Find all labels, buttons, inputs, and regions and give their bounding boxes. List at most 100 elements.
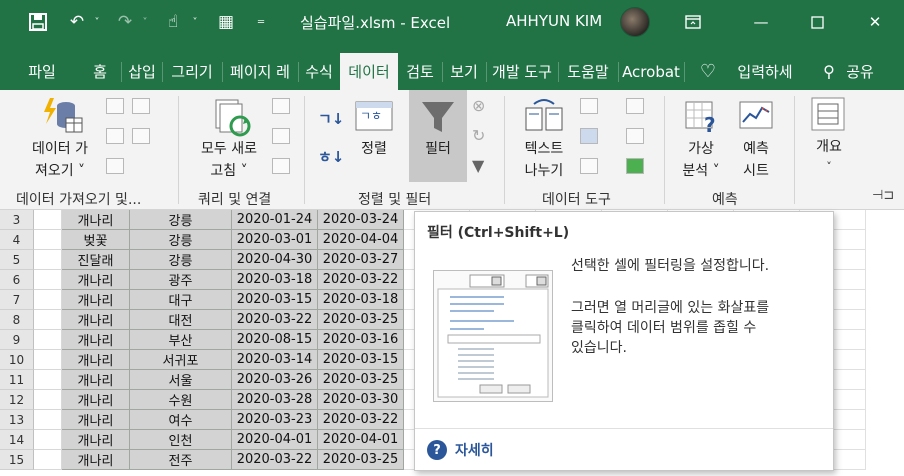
redo-dropdown-icon[interactable]: ˅	[138, 10, 152, 34]
cell-end-date[interactable]: 2020-03-30	[318, 390, 404, 410]
touch-mode-dropdown-icon[interactable]: ˅	[188, 10, 202, 34]
cell-city[interactable]: 인천	[130, 430, 232, 450]
refresh-all-label-1[interactable]: 모두 새로	[190, 138, 268, 160]
outline-label-2[interactable]: ˅	[804, 156, 854, 178]
touch-mode-icon[interactable]: ☝	[160, 10, 186, 34]
cell-end-date[interactable]: 2020-04-01	[318, 430, 404, 450]
cell-city[interactable]: 서귀포	[130, 350, 232, 370]
cell-end-date[interactable]: 2020-03-22	[318, 270, 404, 290]
tab-insert[interactable]: 삽입	[123, 53, 161, 90]
from-table-icon[interactable]	[106, 158, 124, 174]
close-icon[interactable]: ✕	[852, 0, 898, 44]
help-icon[interactable]: ?	[427, 440, 447, 460]
existing-connections-icon[interactable]	[132, 128, 150, 144]
row-header[interactable]: 5	[0, 250, 34, 270]
tell-me-more-link[interactable]: ? 자세히	[427, 440, 494, 460]
cell-blank[interactable]	[34, 410, 62, 430]
remove-duplicates-icon[interactable]	[580, 128, 598, 144]
outline-icon[interactable]	[810, 96, 846, 136]
from-web-icon[interactable]	[106, 128, 124, 144]
cell-blank[interactable]	[34, 370, 62, 390]
cell-start-date[interactable]: 2020-08-15	[232, 330, 318, 350]
cell-start-date[interactable]: 2020-01-24	[232, 210, 318, 230]
cell-end-date[interactable]: 2020-03-25	[318, 450, 404, 470]
cell-start-date[interactable]: 2020-03-26	[232, 370, 318, 390]
cell-flower[interactable]: 벚꽃	[62, 230, 130, 250]
cell-end-date[interactable]: 2020-03-25	[318, 310, 404, 330]
row-header[interactable]: 11	[0, 370, 34, 390]
cell-city[interactable]: 강릉	[130, 210, 232, 230]
cell-end-date[interactable]: 2020-04-04	[318, 230, 404, 250]
filter-label[interactable]: 필터	[412, 138, 464, 160]
row-header[interactable]: 10	[0, 350, 34, 370]
tab-home[interactable]: 홈	[80, 53, 120, 90]
row-header[interactable]: 7	[0, 290, 34, 310]
cell-flower[interactable]: 개나리	[62, 270, 130, 290]
tab-acrobat[interactable]: Acrobat	[620, 53, 682, 90]
cell-city[interactable]: 전주	[130, 450, 232, 470]
cell-city[interactable]: 광주	[130, 270, 232, 290]
share-button[interactable]: 공유	[840, 53, 880, 90]
cell-flower[interactable]: 개나리	[62, 330, 130, 350]
from-text-icon[interactable]	[106, 98, 124, 114]
filter-funnel-icon[interactable]	[420, 100, 456, 140]
cell-start-date[interactable]: 2020-03-23	[232, 410, 318, 430]
minimize-icon[interactable]: —	[738, 0, 784, 44]
cell-flower[interactable]: 개나리	[62, 450, 130, 470]
cell-city[interactable]: 부산	[130, 330, 232, 350]
cell-flower[interactable]: 개나리	[62, 430, 130, 450]
refresh-all-label-2[interactable]: 고침 ˅	[190, 160, 268, 182]
cell-city[interactable]: 강릉	[130, 250, 232, 270]
tell-me-search[interactable]: 입력하세	[730, 53, 800, 90]
cell-end-date[interactable]: 2020-03-15	[318, 350, 404, 370]
cell-end-date[interactable]: 2020-03-24	[318, 210, 404, 230]
cell-blank[interactable]	[34, 270, 62, 290]
cell-start-date[interactable]: 2020-04-30	[232, 250, 318, 270]
cell-end-date[interactable]: 2020-03-27	[318, 250, 404, 270]
data-validation-icon[interactable]	[580, 158, 598, 174]
row-header[interactable]: 6	[0, 270, 34, 290]
tab-data[interactable]: 데이터	[340, 53, 398, 90]
customize-qat-icon[interactable]: ═	[254, 10, 268, 34]
sort-ascending-icon[interactable]: ㄱ↓	[318, 108, 344, 129]
forecast-sheet-icon[interactable]	[738, 100, 774, 136]
sort-label[interactable]: 정렬	[346, 138, 402, 160]
tab-draw[interactable]: 그리기	[164, 53, 220, 90]
sort-icon[interactable]: ㄱㅎ	[354, 100, 394, 136]
row-header[interactable]: 8	[0, 310, 34, 330]
cell-city[interactable]: 대구	[130, 290, 232, 310]
clear-filter-icon[interactable]: ⊗	[472, 96, 485, 115]
cell-blank[interactable]	[34, 350, 62, 370]
cell-blank[interactable]	[34, 210, 62, 230]
cell-city[interactable]: 서울	[130, 370, 232, 390]
cell-start-date[interactable]: 2020-03-18	[232, 270, 318, 290]
form-icon[interactable]: ▦	[212, 10, 240, 34]
pin-ribbon-icon[interactable]: ⊣⊐	[872, 188, 894, 203]
cell-blank[interactable]	[34, 450, 62, 470]
redo-icon[interactable]: ↷	[112, 10, 138, 34]
cell-city[interactable]: 여수	[130, 410, 232, 430]
cell-end-date[interactable]: 2020-03-16	[318, 330, 404, 350]
row-header[interactable]: 9	[0, 330, 34, 350]
person-icon[interactable]: ⚲	[818, 53, 840, 90]
cell-flower[interactable]: 개나리	[62, 290, 130, 310]
cell-start-date[interactable]: 2020-03-22	[232, 310, 318, 330]
tell-me-more-label[interactable]: 자세히	[455, 440, 494, 460]
cell-blank[interactable]	[34, 230, 62, 250]
row-header[interactable]: 12	[0, 390, 34, 410]
text-to-columns-icon[interactable]	[524, 98, 564, 138]
get-data-label-2[interactable]: 져오기 ˅	[22, 160, 98, 182]
data-model-icon[interactable]	[626, 158, 644, 174]
cell-start-date[interactable]: 2020-03-01	[232, 230, 318, 250]
row-header[interactable]: 13	[0, 410, 34, 430]
cell-blank[interactable]	[34, 310, 62, 330]
properties-icon[interactable]	[272, 128, 290, 144]
consolidate-icon[interactable]	[626, 98, 644, 114]
flash-fill-icon[interactable]	[580, 98, 598, 114]
row-header[interactable]: 3	[0, 210, 34, 230]
row-header[interactable]: 4	[0, 230, 34, 250]
what-if-label-2[interactable]: 분석 ˅	[672, 160, 730, 182]
advanced-filter-icon[interactable]: ▼	[472, 156, 484, 175]
reapply-icon[interactable]: ↻	[472, 126, 485, 145]
recent-sources-icon[interactable]	[132, 98, 150, 114]
